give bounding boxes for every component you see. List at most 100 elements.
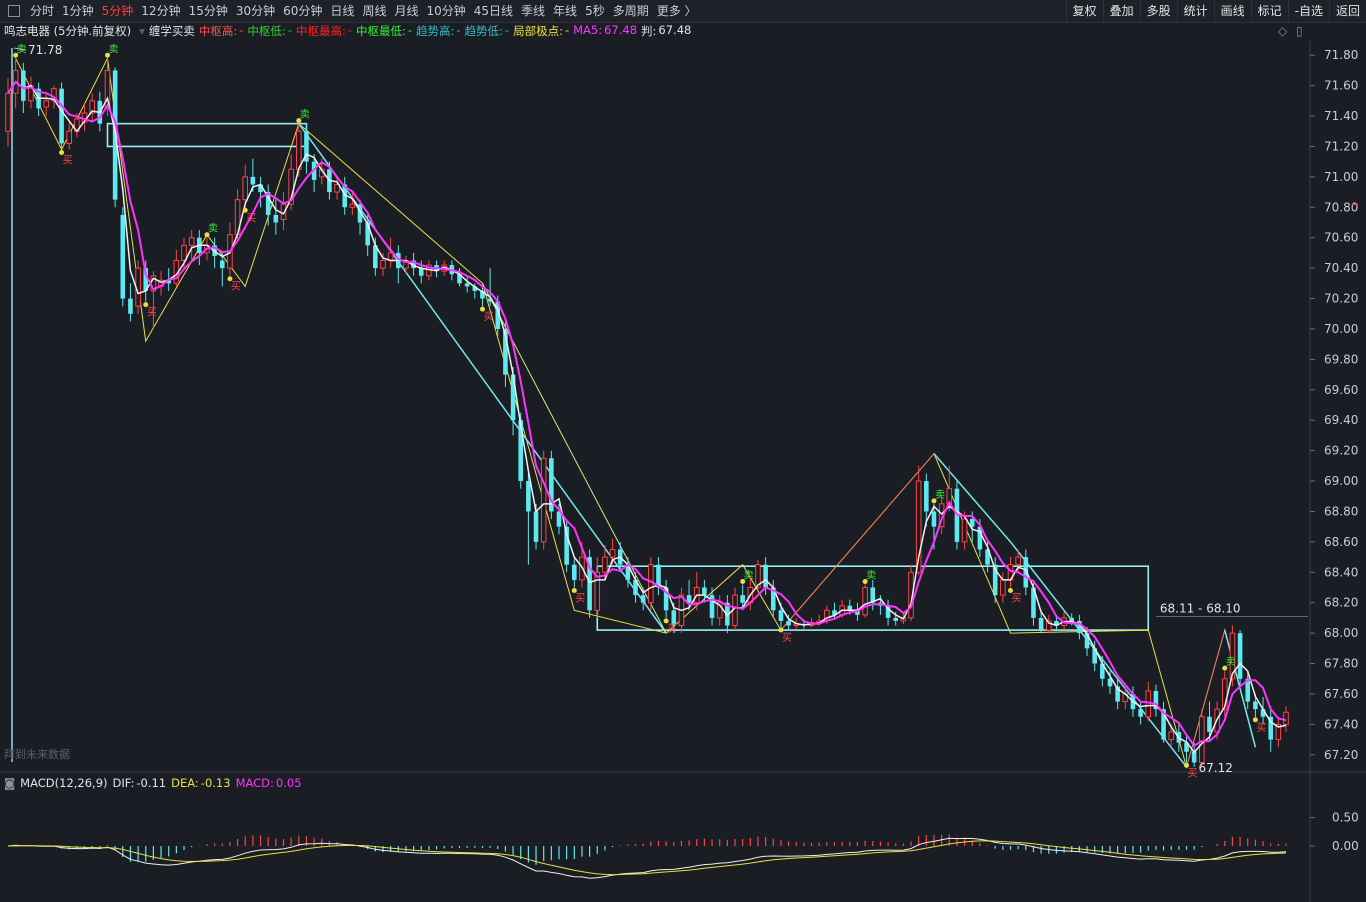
sell-mark: 卖 [208, 223, 218, 235]
sell-mark: 卖 [300, 109, 310, 121]
buy-dot [242, 207, 248, 213]
macd-collapse-icon[interactable]: ◙ [4, 776, 15, 790]
candle-body [961, 518, 968, 543]
price-tick-label: 69.80 [1324, 352, 1358, 366]
candle-body [464, 283, 470, 287]
price-tick-label: 68.20 [1324, 596, 1358, 610]
price-tick-label: 68.40 [1324, 565, 1358, 579]
candle-body [1015, 556, 1021, 566]
price-tick-label: 71.80 [1324, 48, 1358, 62]
price-tick-label: 70.40 [1324, 261, 1358, 275]
candle-body [219, 260, 225, 269]
price-tick-label: 69.00 [1324, 474, 1358, 488]
candle-body [924, 481, 929, 512]
macd-label-1: DEA: [171, 776, 199, 790]
macd-label-0: DIF: [112, 776, 135, 790]
sell-mark: 卖 [744, 569, 754, 581]
price-tick-label: 69.60 [1324, 383, 1358, 397]
price-tick-label: 70.00 [1324, 322, 1358, 336]
buy-dot [59, 150, 65, 155]
price-tick-label: 68.80 [1324, 504, 1358, 518]
price-tick-label: 67.20 [1324, 748, 1358, 762]
buy-dot [571, 588, 577, 593]
price-tick-label: 70.20 [1324, 292, 1358, 306]
candle-body [43, 100, 50, 108]
buy-dot [479, 306, 485, 312]
pivot-zone-0 [106, 122, 308, 148]
candle-body [740, 595, 745, 603]
price-tick-label: 67.40 [1324, 717, 1358, 731]
candle-body [5, 92, 11, 132]
candle-body [526, 481, 531, 512]
sell-mark: 卖 [108, 43, 118, 55]
macd-value-0: -0.11 [136, 776, 167, 790]
price-tick-label: 69.20 [1324, 444, 1358, 458]
dif-line [7, 837, 1287, 879]
price-tick-label: 70.80 [1324, 200, 1358, 214]
buy-dot [143, 302, 149, 308]
candle-body [702, 587, 707, 596]
candle-body [1069, 617, 1075, 621]
candle-body [893, 617, 899, 621]
candle-body [540, 457, 547, 543]
sell-mark: 卖 [866, 569, 876, 581]
price-tick-label: 67.80 [1324, 657, 1358, 671]
candle-body [1199, 716, 1205, 763]
macd-info-bar: ◙ MACD(12,26,9) DIF: -0.11 DEA: -0.13 MACD: 0… [0, 774, 1310, 792]
macd-value-1: -0.13 [200, 776, 231, 790]
stroke-line [15, 56, 1256, 769]
candle-body [250, 176, 256, 185]
buy-dot [663, 618, 669, 624]
candle-body [1207, 716, 1212, 732]
candle-body [778, 610, 784, 621]
candle-body [1283, 711, 1289, 725]
candle-body [120, 214, 126, 299]
candle-body [349, 203, 356, 208]
candle-body [128, 298, 133, 314]
sell-mark: 卖 [1226, 656, 1236, 668]
candle-body [533, 511, 539, 542]
candle-body [242, 176, 249, 201]
low-label: 67.12 [1199, 761, 1233, 775]
macd-tick-label: 0.00 [1332, 839, 1359, 853]
price-tick-label: 68.60 [1324, 535, 1358, 549]
range-label: 68.11 - 68.10 [1160, 601, 1241, 615]
candle-body [609, 548, 616, 558]
candle-body [862, 587, 868, 616]
price-tick-label: 71.60 [1324, 79, 1358, 93]
candle-body [594, 571, 601, 611]
price-tick-label: 71.20 [1324, 139, 1358, 153]
candle-body [296, 130, 302, 170]
buy-dot [1184, 762, 1190, 768]
price-tick-label: 68.00 [1324, 626, 1358, 640]
candle-body [931, 511, 937, 527]
candle-body [648, 564, 654, 604]
candle-body [572, 564, 577, 580]
buy-dot [1008, 588, 1014, 593]
buy-mark: 买 [63, 155, 73, 167]
macd-label-2: MACD: [235, 776, 274, 790]
price-tick-label: 71.40 [1324, 109, 1358, 123]
candle-body [786, 620, 791, 626]
price-tick-label: 71.00 [1324, 170, 1358, 184]
candle-body [1253, 701, 1258, 710]
price-tick-label: 70.60 [1324, 231, 1358, 245]
sell-mark: 卖 [935, 489, 945, 501]
future-data-label: 拜到未来数据 [4, 748, 70, 761]
segment-line-red [1186, 629, 1226, 768]
candle-body [59, 88, 64, 144]
candle-body [1000, 579, 1006, 596]
candle-body [273, 214, 279, 223]
candle-body [602, 556, 608, 573]
candle-body [1038, 617, 1044, 631]
buy-mark: 买 [667, 623, 677, 635]
buy-dot [778, 627, 784, 633]
main-chart[interactable]: 卖卖卖卖卖 卖卖卖买买买买买买买买买买买71.7867.1268.11 - 68.… [0, 0, 1366, 902]
candle-body [66, 130, 73, 144]
candle-body [1138, 709, 1143, 717]
candle-body [380, 260, 386, 269]
candle-body [640, 595, 646, 603]
candle-body [418, 268, 424, 276]
price-tick-label: 67.60 [1324, 687, 1358, 701]
buy-mark: 买 [1012, 593, 1022, 605]
